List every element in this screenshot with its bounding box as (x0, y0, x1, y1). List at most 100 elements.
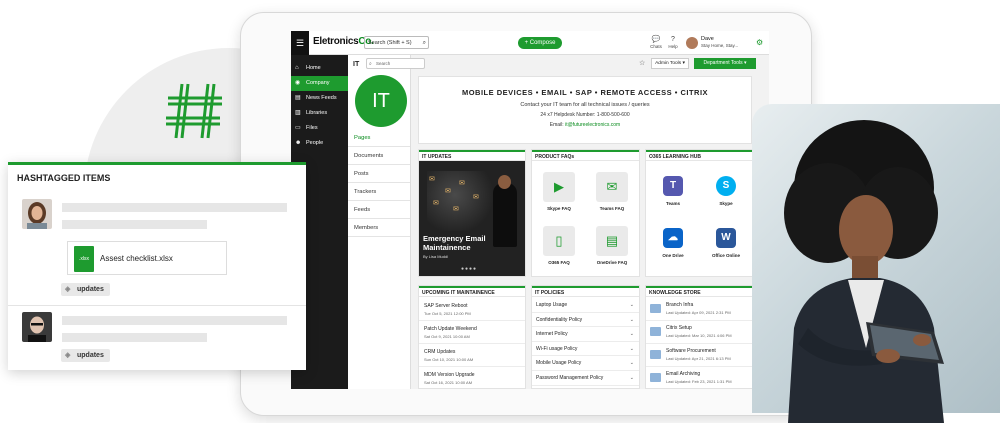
file-attachment[interactable]: .xlsx Assest checklist.xlsx (67, 241, 227, 275)
chevron-down-icon: ⌄ (629, 345, 634, 352)
news-title[interactable]: Emergency Email Maintainence (423, 234, 503, 252)
list-item[interactable]: MDM Version Upgrade Sat Oct 16, 2021 10:0… (419, 367, 525, 388)
help-button[interactable]: ? Help (665, 35, 681, 49)
it-banner: MOBILE DEVICES • EMAIL • SAP • REMOTE AC… (418, 76, 752, 144)
sidebar-item-company[interactable]: ◉ Company (291, 76, 348, 91)
document-icon: ▯ (543, 226, 575, 256)
panel-title: HASHTAGGED ITEMS (17, 173, 111, 183)
subnav-posts[interactable]: Posts (348, 165, 410, 183)
list-item[interactable]: Software Procurement Last Updated: Apr 21… (646, 344, 752, 367)
policy-accordion-item[interactable]: Internet Policy ⌄ (532, 327, 639, 342)
subnav-trackers[interactable]: Trackers (348, 183, 410, 201)
hashtag-chip[interactable]: ◈ updates (61, 349, 110, 362)
user-menu[interactable]: Dave Stay Home, Stay... (686, 35, 754, 51)
teams-faq-tile[interactable]: ✉ Teams FAQ (587, 172, 637, 220)
people-icon: ☻ (295, 140, 302, 146)
sidebar-item-news-feeds[interactable]: ▤ News Feeds (291, 91, 348, 106)
search-icon: ⌕ (422, 40, 426, 46)
card-header: O365 LEARNING HUB (646, 150, 752, 161)
chevron-down-icon: ⌄ (629, 360, 634, 367)
list-item[interactable]: Citrix Setup Last Updated: Mar 10, 2021 4… (646, 321, 752, 344)
policy-accordion-item[interactable]: Wi-Fi usage Policy ⌄ (532, 342, 639, 357)
folder-icon (650, 327, 661, 336)
list-item[interactable]: SAP Server Reboot Tue Oct 5, 2021 12:00 P… (419, 298, 525, 321)
banner-contact-line: Contact your IT team for all technical i… (520, 102, 650, 108)
woman-with-tablet-photo (784, 120, 944, 423)
list-item[interactable]: Branch Infra Last Updated: Apr 09, 2021 2… (646, 298, 752, 321)
file-name[interactable]: Assest checklist.xlsx (100, 254, 173, 263)
envelope-icon: ✉ (445, 188, 451, 195)
tag-icon: ◈ (65, 352, 71, 359)
email-link[interactable]: it@futureelectronics.com (565, 122, 620, 128)
word-icon: W (716, 228, 736, 248)
envelope-icon: ✉ (453, 206, 459, 213)
list-item[interactable]: Email Archiving Last Updated: Feb 23, 202… (646, 367, 752, 388)
learning-hub-card: O365 LEARNING HUB T Teams S Skype ☁ One Dri… (645, 149, 753, 277)
it-policies-card: IT POLICIES Laptop Usage ⌄ Confidentialit… (531, 285, 640, 389)
chevron-down-icon: ⌄ (629, 316, 634, 323)
it-updates-card: IT UPDATES ✉ ✉ ✉ ✉ ✉ ✉ Emergency Email M… (418, 149, 526, 277)
subnav-documents[interactable]: Documents (348, 147, 410, 165)
chevron-down-icon: ⌄ (629, 331, 634, 338)
gear-icon[interactable]: ⚙ (756, 38, 763, 47)
list-item[interactable]: CRM Updates Sun Oct 10, 2021 10:00 AM (419, 344, 525, 367)
policy-accordion-item[interactable]: Laptop Usage ⌄ (532, 298, 639, 313)
onedrive-faq-tile[interactable]: ▤ OneDrive FAQ (587, 226, 637, 274)
sidebar-item-files[interactable]: ▭ Files (291, 121, 348, 136)
home-icon: ⌂ (295, 65, 299, 71)
o365-faq-tile[interactable]: ▯ O365 FAQ (534, 226, 584, 274)
card-header: IT UPDATES (419, 150, 525, 161)
policy-accordion-item[interactable]: Password Management Policy ⌄ (532, 371, 639, 386)
text-placeholder (62, 203, 287, 212)
news-byline: By Lisa Muddl (423, 254, 449, 259)
text-placeholder (62, 316, 287, 325)
office-online-tile[interactable]: W Office Online (701, 228, 751, 268)
global-search-input[interactable]: Search (Shift + S) ⌕ (364, 36, 429, 49)
sidebar-item-libraries[interactable]: ▥ Libraries (291, 106, 348, 121)
card-header: IT POLICIES (532, 286, 639, 297)
news-image[interactable]: ✉ ✉ ✉ ✉ ✉ ✉ Emergency Email Maintainence… (419, 161, 525, 276)
card-header: PRODUCT FAQs (532, 150, 639, 161)
teams-tile[interactable]: T Teams (648, 176, 698, 216)
department-tools-button[interactable]: Department Tools ▾ (694, 58, 756, 69)
sidebar-item-people[interactable]: ☻ People (291, 136, 348, 151)
policy-accordion-item[interactable]: Mobile Usage Policy ⌄ (532, 356, 639, 371)
carousel-dots[interactable]: ●●●● (461, 266, 477, 272)
banner-heading: MOBILE DEVICES • EMAIL • SAP • REMOTE AC… (461, 88, 709, 97)
news-icon: ▤ (295, 95, 301, 101)
skype-tile[interactable]: S Skype (701, 176, 751, 216)
chevron-down-icon: ⌄ (629, 302, 634, 308)
subnav-members[interactable]: Members (348, 219, 410, 237)
maintenance-card: UPCOMING IT MAINTAINENCE SAP Server Rebo… (418, 285, 526, 389)
department-search-input[interactable]: ⌕ Search (366, 58, 425, 69)
hashtag-chip[interactable]: ◈ updates (61, 283, 110, 296)
search-icon: ⌕ (369, 61, 372, 67)
star-icon[interactable]: ☆ (639, 59, 645, 67)
policy-accordion-item[interactable]: Confidentiality Policy ⌄ (532, 313, 639, 328)
file-icon: ▭ (295, 125, 301, 131)
skype-faq-tile[interactable]: ▶ Skype FAQ (534, 172, 584, 220)
onedrive-icon: ☁ (663, 228, 683, 248)
envelope-icon: ✉ (433, 200, 439, 207)
menu-icon[interactable]: ☰ (291, 31, 309, 55)
subnav-feeds[interactable]: Feeds (348, 201, 410, 219)
text-placeholder (62, 333, 207, 342)
folder-icon (650, 304, 661, 313)
subnav-pages[interactable]: Pages (348, 129, 410, 147)
onedrive-tile[interactable]: ☁ One Drive (648, 228, 698, 268)
video-icon: ▶ (543, 172, 575, 202)
skype-icon: S (716, 176, 736, 196)
user-status: Stay Home, Stay... (701, 43, 739, 48)
sidebar-item-home[interactable]: ⌂ Home (291, 61, 348, 76)
tag-icon: ◈ (65, 286, 71, 293)
avatar[interactable] (22, 199, 52, 229)
envelope-icon: ✉ (473, 194, 479, 201)
chats-button[interactable]: 💬 Chats (648, 35, 664, 49)
compose-button[interactable]: + Compose (518, 37, 562, 49)
avatar[interactable] (22, 312, 52, 342)
list-item[interactable]: Patch Update Weekend Sat Oct 9, 2021 10:0… (419, 321, 525, 344)
hashtag-icon (166, 83, 222, 139)
department-title: IT (353, 61, 360, 68)
admin-tools-button[interactable]: Admin Tools ▾ (651, 58, 689, 69)
banner-helpdesk-line: 24 x7 Helpdesk Number: 1-800-500-600 (540, 112, 630, 118)
